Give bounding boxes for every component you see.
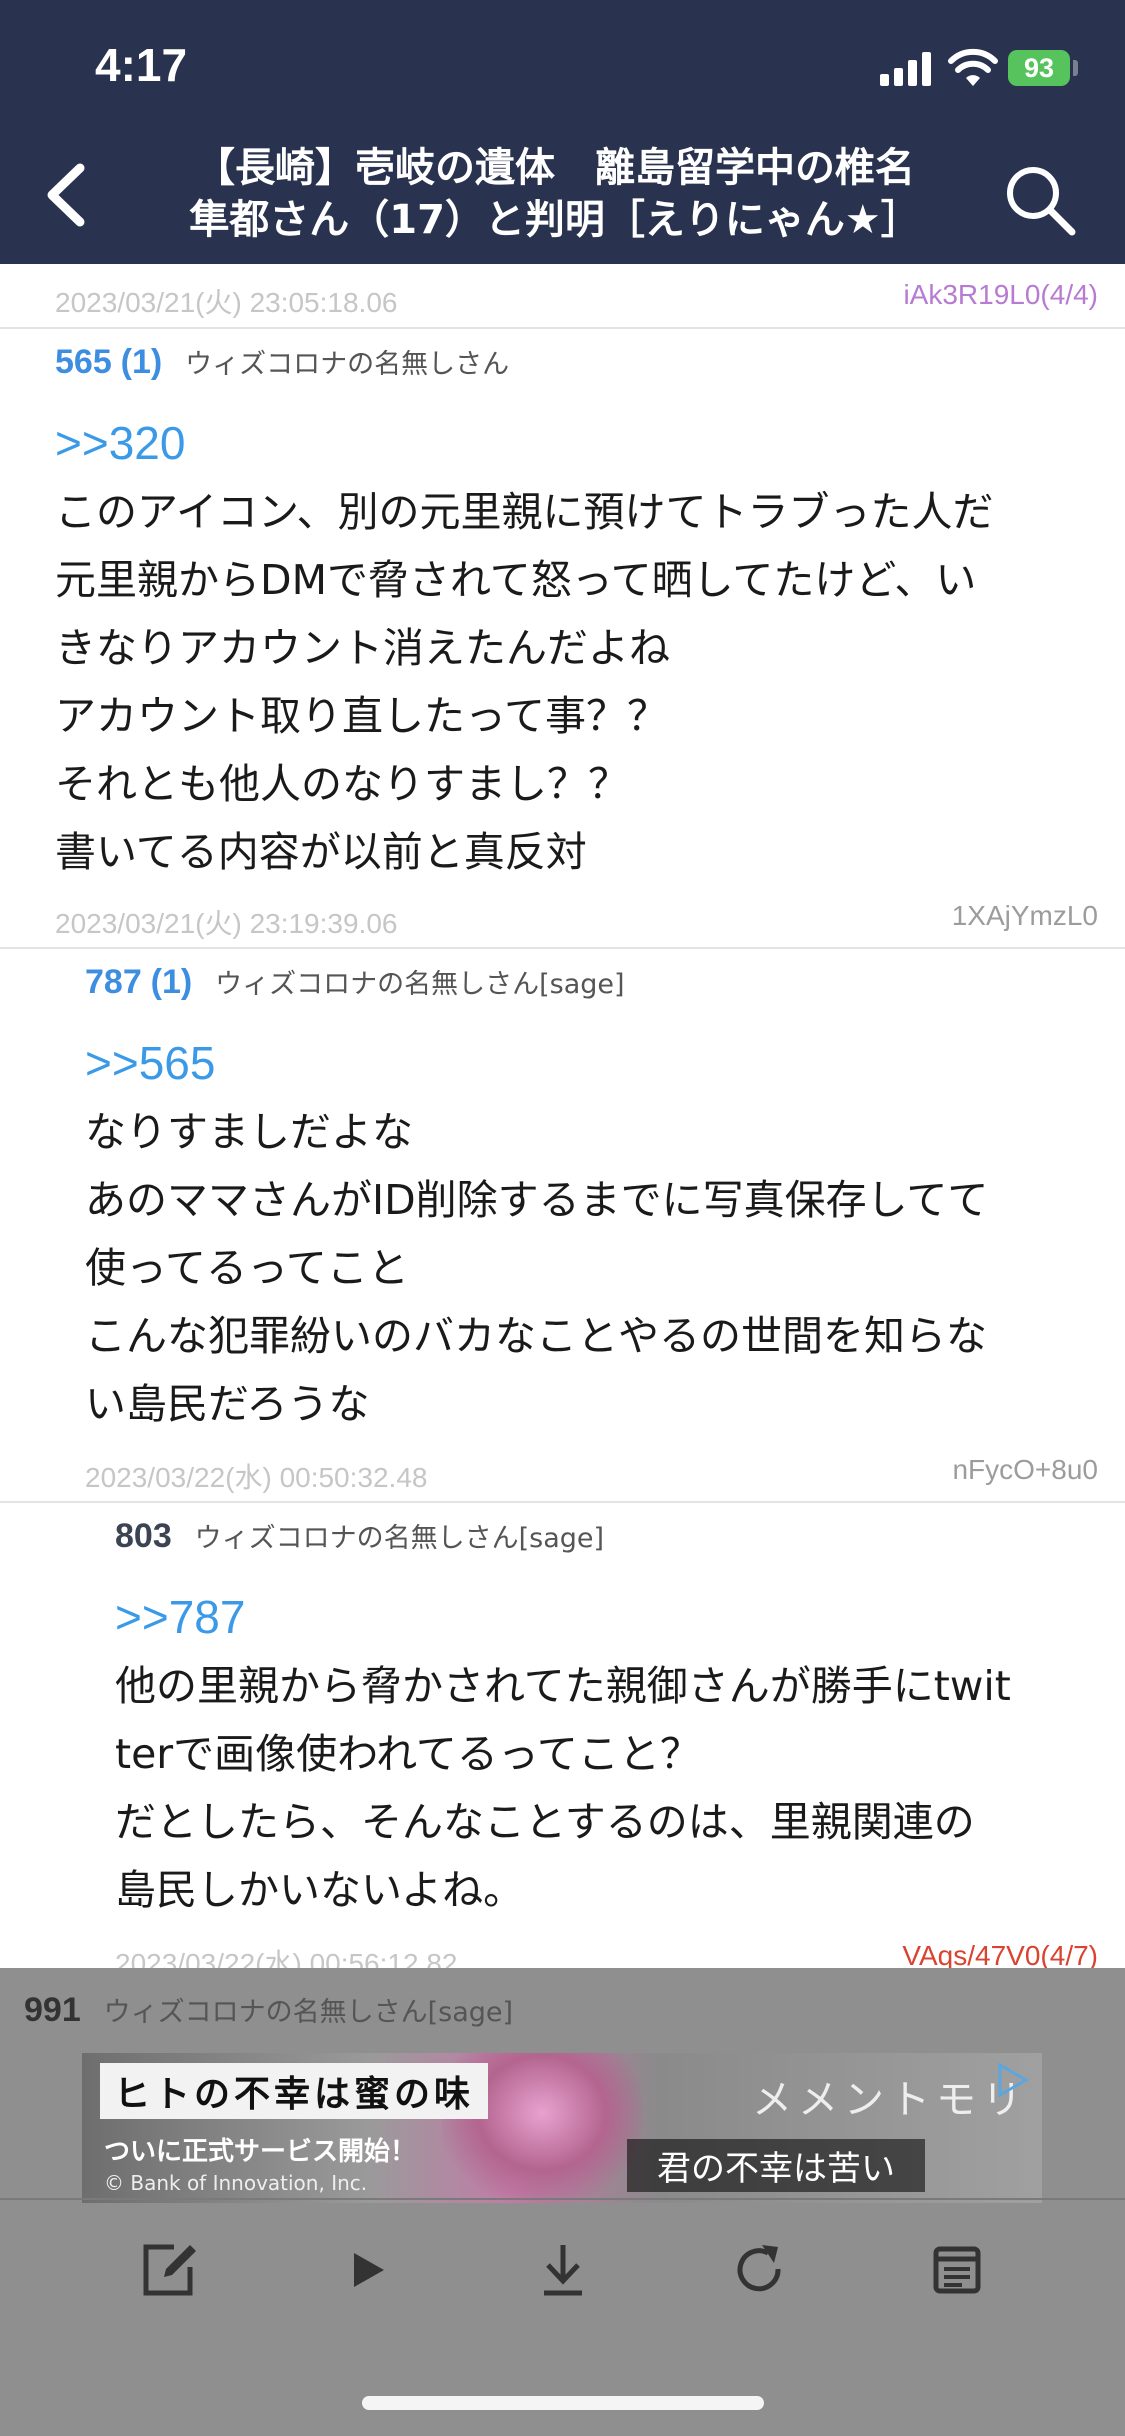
poster-name: ウィズコロナの名無しさん bbox=[185, 349, 510, 380]
post-line: このアイコン、別の元里親に預けてトラブった人だ bbox=[55, 488, 994, 536]
toolbar-divider bbox=[0, 2198, 1125, 2200]
poster-name: ウィズコロナの名無しさん[sage] bbox=[215, 969, 625, 1000]
post-line: 元里親からDMで脅されて怒って晒してたけど、い bbox=[55, 556, 977, 604]
thread-title-line1: 【長崎】壱岐の遺体 離島留学中の椎名 bbox=[195, 145, 915, 191]
ad-tagline: 君の不幸は苦い bbox=[627, 2139, 925, 2192]
ad-banner[interactable]: ヒトの不幸は蜜の味 ついに正式サービス開始！ © Bank of Innovat… bbox=[82, 2053, 1042, 2203]
reload-icon[interactable] bbox=[724, 2235, 794, 2305]
search-button[interactable] bbox=[1000, 160, 1080, 240]
post-line: 書いてる内容が以前と真反対 bbox=[55, 828, 587, 876]
wifi-icon bbox=[948, 48, 998, 86]
post-divider bbox=[0, 1501, 1125, 1503]
cellular-signal-icon bbox=[880, 52, 932, 86]
post-line: terで画像使われてるってこと？ bbox=[115, 1730, 701, 1778]
post-line: きなりアカウント消えたんだよね bbox=[55, 624, 670, 672]
poster-name: ウィズコロナの名無しさん[sage] bbox=[194, 1523, 605, 1554]
menu-icon[interactable] bbox=[922, 2235, 992, 2305]
thread-title: 【長崎】壱岐の遺体 離島留学中の椎名 隼都さん（17）と判明［えりにゃん★］ bbox=[140, 142, 970, 246]
status-time: 4:17 bbox=[95, 39, 188, 91]
post-line: 使ってるってこと bbox=[85, 1244, 409, 1292]
poster-name: ウィズコロナの名無しさん[sage] bbox=[103, 1997, 514, 2028]
post-number[interactable]: 565 bbox=[55, 343, 112, 381]
post-header[interactable]: 565 (1) ウィズコロナの名無しさん bbox=[55, 342, 509, 382]
post-body: 他の里親から脅かされてた親御さんが勝手にtwit terで画像使われてるってこと… bbox=[115, 1652, 1011, 1924]
thread-title-line2: 隼都さん（17）と判明［えりにゃん★］ bbox=[189, 197, 921, 243]
ad-copyright: © Bank of Innovation, Inc. bbox=[104, 2171, 368, 2195]
post-id[interactable]: iAk3R19L0(4/4) bbox=[903, 279, 1098, 311]
post-header[interactable]: 803 ウィズコロナの名無しさん[sage] bbox=[115, 1516, 604, 1556]
ad-choices-icon[interactable] bbox=[992, 2061, 1030, 2099]
back-button[interactable] bbox=[40, 160, 100, 230]
post-divider bbox=[0, 327, 1125, 329]
post-line: い島民だろうな bbox=[85, 1380, 370, 1428]
reply-anchor-link[interactable]: >>787 bbox=[115, 1590, 245, 1644]
post-timestamp: 2023/03/22(水) 00:50:32.48 bbox=[85, 1462, 428, 1493]
reply-anchor-link[interactable]: >>320 bbox=[55, 416, 185, 470]
post-line: アカウント取り直したって事？？ bbox=[55, 692, 668, 740]
play-icon[interactable] bbox=[332, 2235, 402, 2305]
battery-indicator: 93 bbox=[1008, 50, 1070, 86]
post-id[interactable]: 1XAjYmzL0 bbox=[952, 900, 1098, 932]
reply-count[interactable]: (1) bbox=[151, 963, 193, 1001]
download-icon[interactable] bbox=[528, 2235, 598, 2305]
post-id[interactable]: nFycO+8u0 bbox=[952, 1454, 1098, 1486]
post-line: それとも他人のなりすまし？？ bbox=[55, 760, 629, 808]
post-divider bbox=[0, 947, 1125, 949]
reply-count[interactable]: (1) bbox=[121, 343, 163, 381]
post-line: だとしたら、そんなことするのは、里親関連の bbox=[115, 1798, 975, 1846]
post-number[interactable]: 803 bbox=[115, 1517, 172, 1555]
post-header[interactable]: 787 (1) ウィズコロナの名無しさん[sage] bbox=[85, 962, 625, 1002]
post-number[interactable]: 991 bbox=[24, 1991, 81, 2029]
post-timestamp: 2023/03/21(火) 23:19:39.06 bbox=[55, 908, 398, 939]
ad-game-logo: メメントモリ bbox=[752, 2077, 1028, 2123]
post-line: あのママさんがID削除するまでに写真保存してて bbox=[85, 1176, 989, 1224]
post-header[interactable]: 991 ウィズコロナの名無しさん[sage] bbox=[24, 1990, 513, 2030]
post-body: なりすましだよな あのママさんがID削除するまでに写真保存してて 使ってるってこ… bbox=[85, 1098, 988, 1438]
post-number[interactable]: 787 bbox=[85, 963, 142, 1001]
post-line: 他の里親から脅かされてた親御さんが勝手にtwit bbox=[115, 1662, 1011, 1710]
ad-subline: ついに正式サービス開始！ bbox=[104, 2137, 417, 2167]
reply-anchor-link[interactable]: >>565 bbox=[85, 1036, 215, 1090]
battery-tip bbox=[1073, 60, 1078, 76]
home-indicator[interactable] bbox=[362, 2396, 764, 2410]
post-line: なりすましだよな bbox=[85, 1108, 413, 1156]
app-header: 4:17 93 【長崎】壱岐の遺体 離島留学中の椎名 隼都さん（17）と判明［え… bbox=[0, 0, 1125, 264]
post-timestamp: 2023/03/21(火) 23:05:18.06 bbox=[55, 287, 398, 318]
post-body: このアイコン、別の元里親に預けてトラブった人だ 元里親からDMで脅されて怒って晒… bbox=[55, 478, 994, 886]
post-line: こんな犯罪紛いのバカなことやるの世間を知らな bbox=[85, 1312, 987, 1360]
post-line: 島民しかいないよね。 bbox=[115, 1866, 525, 1914]
compose-icon[interactable] bbox=[134, 2235, 204, 2305]
ad-headline: ヒトの不幸は蜜の味 bbox=[100, 2063, 489, 2119]
bottom-overlay: 991 ウィズコロナの名無しさん[sage] ヒトの不幸は蜜の味 ついに正式サー… bbox=[0, 1968, 1125, 2436]
